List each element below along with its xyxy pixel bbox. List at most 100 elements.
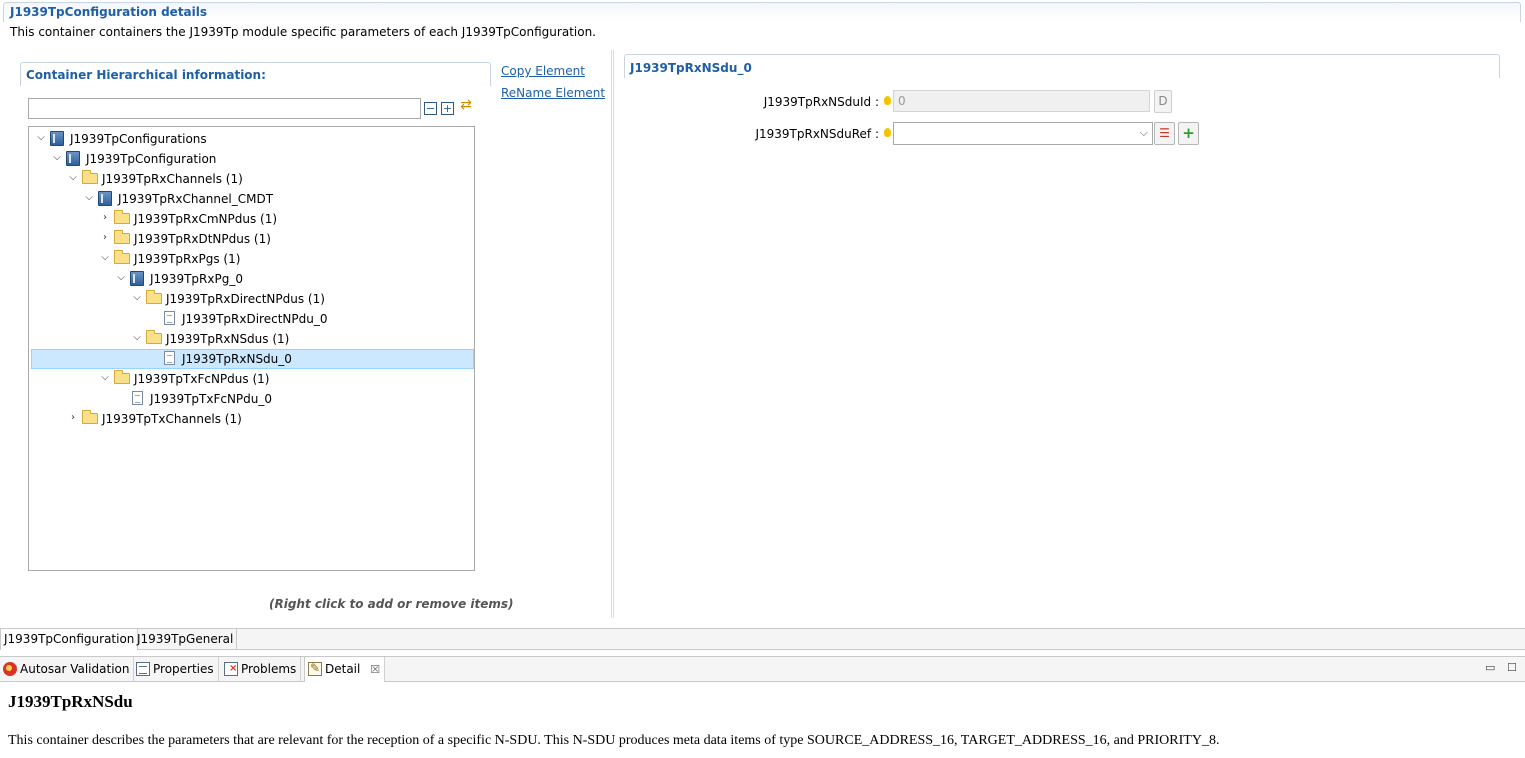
tree-item[interactable]: ⌵ J1939TpConfigurations [29, 129, 474, 149]
folder-icon [114, 250, 130, 264]
lightbulb-icon [884, 128, 891, 137]
tree-item[interactable]: › J1939TpTxChannels (1) [29, 409, 474, 429]
document-icon [164, 351, 175, 365]
views-tab-bar: Autosar Validation Properties Problems D… [0, 656, 1525, 682]
chevron-right-icon[interactable]: › [68, 413, 78, 423]
default-value-button[interactable]: D [1154, 90, 1172, 113]
folder-icon [146, 330, 162, 344]
chevron-down-icon[interactable]: ⌵ [100, 373, 110, 383]
module-icon [50, 131, 64, 146]
validation-icon [3, 662, 17, 676]
container-tree[interactable]: ⌵ J1939TpConfigurations ⌵ J1939TpConfigu… [28, 126, 475, 571]
add-reference-button[interactable]: + [1178, 122, 1199, 145]
plus-icon: + [1182, 124, 1195, 142]
module-icon [130, 271, 144, 286]
folder-icon [114, 370, 130, 384]
tree-item[interactable]: ⌵ J1939TpRxPgs (1) [29, 249, 474, 269]
folder-icon [82, 410, 98, 424]
tab-detail[interactable]: Detail ☒ [304, 657, 386, 682]
chevron-down-icon[interactable]: ⌵ [52, 153, 62, 163]
tree-item[interactable]: ⌵ J1939TpRxChannel_CMDT [29, 189, 474, 209]
tree-item[interactable]: ⌵ J1939TpTxFcNPdus (1) [29, 369, 474, 389]
tree-item-label: J1939TpRxPgs (1) [134, 252, 241, 266]
close-icon[interactable]: ☒ [370, 663, 380, 676]
tree-item[interactable]: › J1939TpRxDtNPdus (1) [29, 229, 474, 249]
tree-item[interactable]: ⌵ J1939TpConfiguration [29, 149, 474, 169]
tree-item-label: J1939TpConfiguration [86, 152, 217, 166]
element-section-header [624, 54, 1500, 78]
document-icon [164, 311, 175, 325]
tree-item-label: J1939TpRxNSdus (1) [166, 332, 290, 346]
folder-icon [114, 230, 130, 244]
chevron-down-icon[interactable]: ⌵ [100, 253, 110, 263]
list-icon: ☰ [1159, 126, 1170, 140]
detail-description: This container describes the parameters … [8, 733, 1220, 748]
tree-item-label: J1939TpTxChannels (1) [102, 412, 242, 426]
nsdu-id-field: 0 [893, 90, 1150, 112]
folder-icon [82, 170, 98, 184]
chevron-down-icon[interactable]: ⌵ [68, 173, 78, 183]
nsdu-ref-label: J1939TpRxNSduRef : [755, 127, 879, 141]
tab-j1939tpgeneral[interactable]: J1939TpGeneral [134, 629, 238, 650]
panel-splitter[interactable] [611, 50, 614, 618]
tree-item[interactable]: ⌵ J1939TpRxDirectNPdus (1) [29, 289, 474, 309]
tree-item[interactable]: J1939TpTxFcNPdu_0 [29, 389, 474, 409]
module-icon [98, 191, 112, 206]
hierarchy-section-title: Container Hierarchical information: [26, 68, 266, 82]
chevron-right-icon[interactable]: › [100, 213, 110, 223]
chevron-down-icon[interactable]: ⌵ [36, 133, 46, 143]
maximize-icon[interactable]: ☐ [1507, 661, 1517, 674]
tab-problems[interactable]: Problems [221, 657, 302, 682]
module-icon [66, 151, 80, 166]
detail-icon [308, 661, 322, 676]
tab-j1939tpconfiguration[interactable]: J1939TpConfiguration [0, 629, 139, 650]
tab-label: Properties [153, 662, 214, 676]
chevron-right-icon[interactable]: › [100, 233, 110, 243]
tree-item-label: J1939TpRxDtNPdus (1) [134, 232, 271, 246]
tree-hint: (Right click to add or remove items) [269, 597, 514, 611]
chevron-down-icon[interactable]: ⌵ [132, 293, 142, 303]
tree-item-label: J1939TpRxChannel_CMDT [118, 192, 274, 206]
folder-icon [146, 290, 162, 304]
tree-item-selected[interactable]: J1939TpRxNSdu_0 [29, 349, 474, 369]
rename-element-link[interactable]: ReName Element [501, 86, 605, 100]
problems-icon [224, 662, 238, 676]
collapse-all-icon[interactable]: − [424, 102, 437, 115]
tree-item[interactable]: › J1939TpRxCmNPdus (1) [29, 209, 474, 229]
tab-autosar-validation[interactable]: Autosar Validation [0, 657, 135, 682]
document-icon [132, 391, 143, 405]
tree-item-label: J1939TpRxPg_0 [150, 272, 243, 286]
folder-icon [114, 210, 130, 224]
link-with-editor-icon[interactable]: ⇄ [458, 98, 474, 116]
page-title: J1939TpConfiguration details [10, 5, 208, 19]
chevron-down-icon[interactable]: ⌵ [1140, 126, 1148, 140]
nsdu-ref-select[interactable]: ⌵ [893, 122, 1153, 145]
tree-item-label: J1939TpRxDirectNPdus (1) [166, 292, 325, 306]
tree-item-label: J1939TpRxCmNPdus (1) [134, 212, 278, 226]
page-description: This container containers the J1939Tp mo… [10, 25, 596, 39]
nsdu-id-label: J1939TpRxNSduId : [763, 95, 879, 109]
details-title-bar [3, 2, 1521, 22]
tree-item[interactable]: ⌵ J1939TpRxNSdus (1) [29, 329, 474, 349]
expand-all-icon[interactable]: + [441, 102, 454, 115]
tree-item-label: J1939TpRxChannels (1) [102, 172, 243, 186]
chevron-down-icon[interactable]: ⌵ [116, 273, 126, 283]
tree-item[interactable]: ⌵ J1939TpRxPg_0 [29, 269, 474, 289]
tab-label: Problems [241, 662, 297, 676]
chevron-down-icon[interactable]: ⌵ [132, 333, 142, 343]
tree-item[interactable]: J1939TpRxDirectNPdu_0 [29, 309, 474, 329]
tree-item-label: J1939TpRxNSdu_0 [182, 352, 292, 366]
editor-tab-bar: J1939TpConfiguration J1939TpGeneral [0, 628, 1525, 650]
lightbulb-icon [884, 96, 891, 105]
tree-filter-input[interactable] [28, 98, 421, 119]
chevron-down-icon[interactable]: ⌵ [84, 193, 94, 203]
tree-item-label: J1939TpTxFcNPdus (1) [134, 372, 270, 386]
tab-properties[interactable]: Properties [133, 657, 219, 682]
detail-title: J1939TpRxNSdu [8, 692, 133, 711]
tab-label: Detail [325, 662, 361, 676]
minimize-icon[interactable]: ▭ [1485, 661, 1495, 674]
browse-reference-button[interactable]: ☰ [1154, 122, 1175, 145]
copy-element-link[interactable]: Copy Element [501, 64, 585, 78]
element-section-title: J1939TpRxNSdu_0 [630, 61, 752, 75]
tree-item[interactable]: ⌵ J1939TpRxChannels (1) [29, 169, 474, 189]
